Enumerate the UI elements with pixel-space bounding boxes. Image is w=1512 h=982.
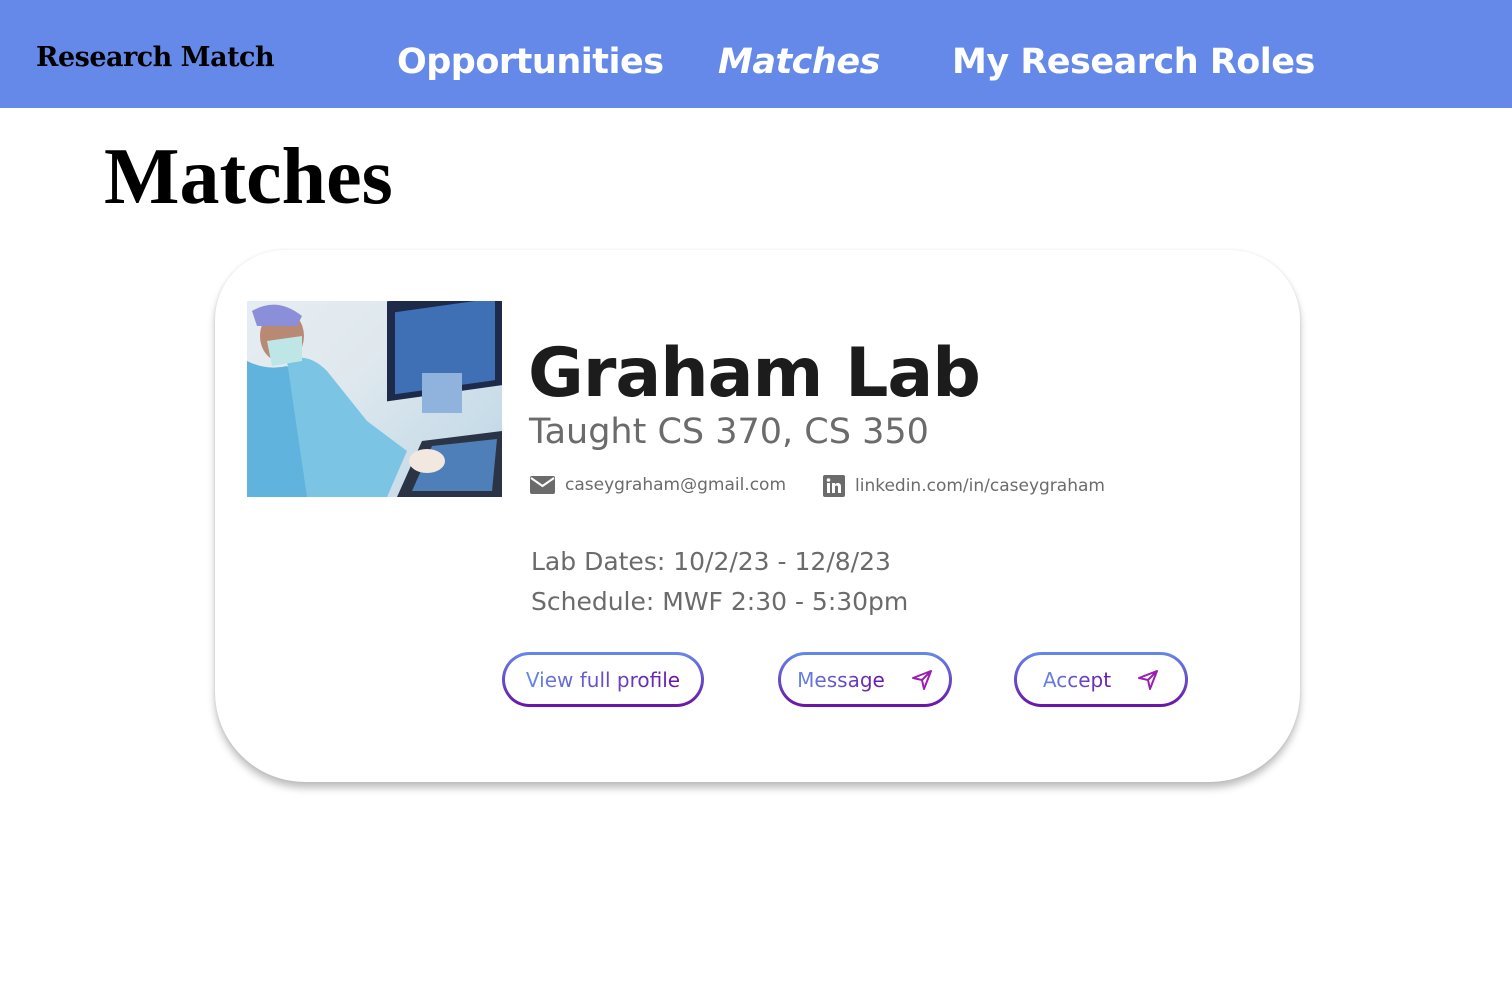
linkedin-icon	[823, 475, 845, 497]
message-button[interactable]: Message	[778, 652, 952, 707]
courses-taught: Taught CS 370, CS 350	[529, 412, 929, 452]
top-nav: Research Match Opportunities Matches My …	[0, 0, 1512, 108]
send-icon	[911, 669, 932, 690]
send-icon	[1138, 669, 1159, 690]
lab-name: Graham Lab	[528, 334, 981, 413]
nav-matches[interactable]: Matches	[718, 42, 880, 82]
accept-button[interactable]: Accept	[1014, 652, 1188, 707]
message-label: Message	[797, 667, 885, 692]
brand-logo[interactable]: Research Match	[36, 42, 275, 73]
accept-label: Accept	[1042, 667, 1112, 692]
linkedin-text[interactable]: linkedin.com/in/caseygraham	[855, 476, 1105, 496]
view-label: View full profile	[525, 667, 681, 692]
page-title: Matches	[104, 133, 393, 221]
lab-dates: Lab Dates: 10/2/23 - 12/8/23	[531, 547, 891, 576]
email-contact[interactable]: caseygraham@gmail.com	[530, 475, 786, 495]
view-full-profile-button[interactable]: View full profile	[502, 652, 704, 707]
email-text[interactable]: caseygraham@gmail.com	[565, 475, 786, 495]
linkedin-contact[interactable]: linkedin.com/in/caseygraham	[823, 475, 1105, 497]
nav-my-research-roles[interactable]: My Research Roles	[952, 42, 1315, 82]
mail-icon	[530, 476, 555, 494]
lab-photo	[247, 301, 502, 497]
nav-opportunities[interactable]: Opportunities	[397, 42, 664, 82]
lab-schedule: Schedule: MWF 2:30 - 5:30pm	[531, 587, 909, 616]
